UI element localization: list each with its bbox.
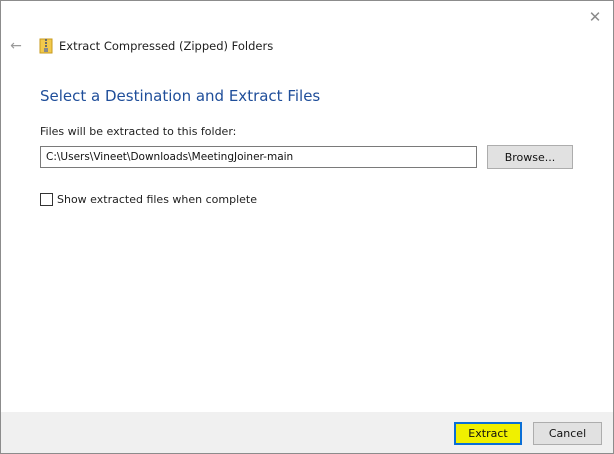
- extract-button[interactable]: Extract: [454, 422, 522, 445]
- show-files-option[interactable]: Show extracted files when complete: [40, 193, 257, 206]
- show-files-checkbox[interactable]: [40, 193, 53, 206]
- window-title: Extract Compressed (Zipped) Folders: [59, 39, 274, 53]
- show-files-label[interactable]: Show extracted files when complete: [57, 193, 257, 206]
- destination-label: Files will be extracted to this folder:: [40, 125, 237, 138]
- destination-path-input[interactable]: [40, 146, 477, 168]
- close-icon[interactable]: ✕: [585, 7, 605, 27]
- cancel-button[interactable]: Cancel: [533, 422, 602, 445]
- back-arrow-icon[interactable]: ←: [7, 37, 25, 55]
- zip-folder-icon: [39, 38, 53, 54]
- extract-dialog-window: ✕ ← Extract Compressed (Zipped) Folders …: [0, 0, 614, 454]
- page-heading: Select a Destination and Extract Files: [40, 87, 321, 105]
- browse-button[interactable]: Browse...: [487, 145, 573, 169]
- title-row: Extract Compressed (Zipped) Folders: [39, 38, 273, 54]
